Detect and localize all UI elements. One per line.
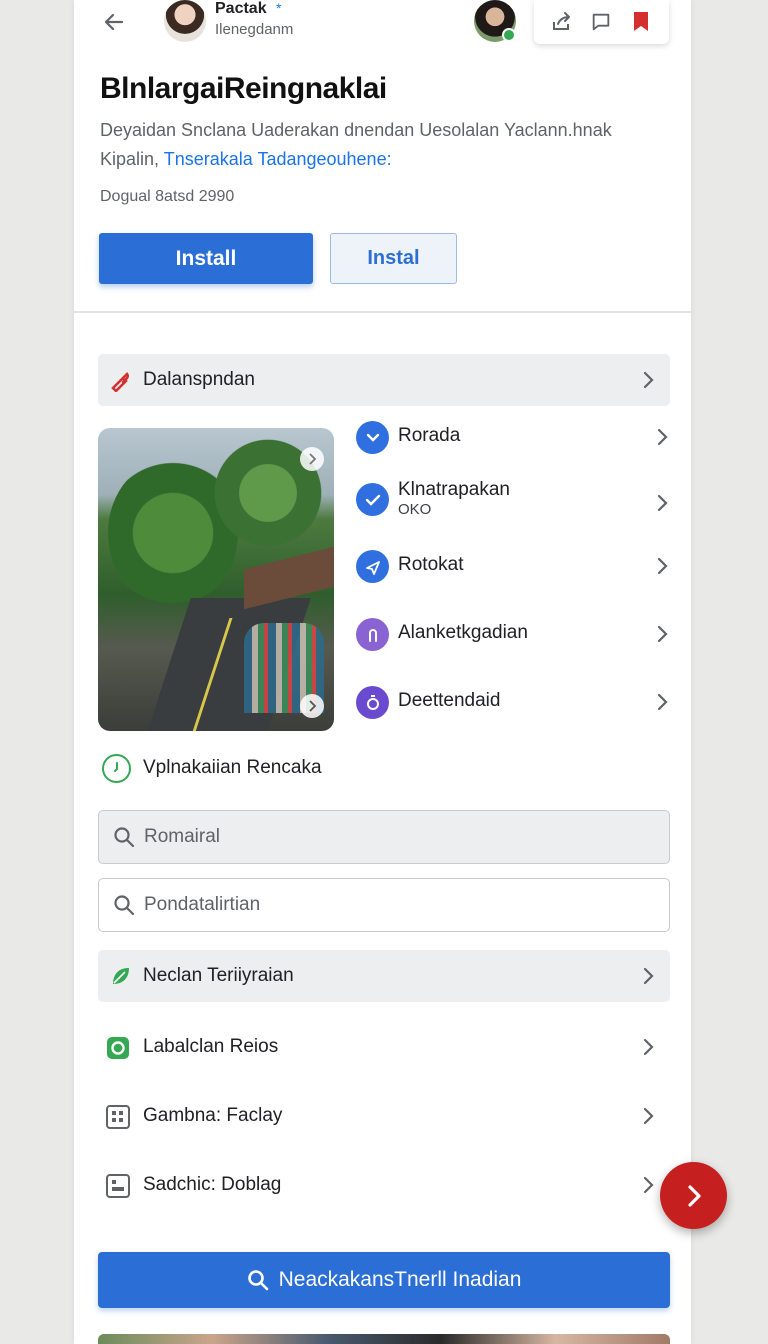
leaf-icon bbox=[108, 963, 134, 989]
tag-icon bbox=[108, 367, 134, 393]
top-bar: Pactak * Ilenegdanm bbox=[74, 0, 691, 48]
share-button[interactable] bbox=[548, 8, 576, 36]
village-photo[interactable] bbox=[98, 428, 334, 731]
chevron-right-icon bbox=[687, 1184, 701, 1207]
chat-icon bbox=[593, 13, 610, 31]
profile-name: Pactak bbox=[215, 0, 267, 17]
section-row-dalanspndan[interactable]: Dalanspndan bbox=[98, 354, 670, 406]
status-line: Vplnakaiian Rencaka bbox=[102, 753, 322, 783]
search-placeholder: Romairal bbox=[144, 826, 221, 847]
list-item-label: Alanketkgadian bbox=[398, 622, 528, 643]
list-item-alanketkgadian[interactable]: Alanketkgadian bbox=[356, 614, 670, 654]
install-secondary-button[interactable]: Instal bbox=[330, 233, 457, 284]
chevron-right-icon bbox=[640, 1175, 656, 1195]
chat-button[interactable] bbox=[587, 8, 615, 36]
check-badge-icon bbox=[356, 421, 389, 454]
next-fab-button[interactable] bbox=[660, 1162, 727, 1229]
share-icon bbox=[552, 12, 570, 30]
divider bbox=[74, 311, 691, 313]
photo-next-top-button[interactable] bbox=[300, 447, 324, 471]
search-icon bbox=[247, 1270, 268, 1291]
description-link[interactable]: Tnserakala Tadangeouhene: bbox=[164, 149, 392, 169]
chevron-right-icon bbox=[640, 1037, 656, 1057]
section-row-label: Neclan Teriiyraian bbox=[143, 965, 294, 986]
list-item-label: Deettendaid bbox=[398, 690, 501, 711]
status-label: Vplnakaiian Rencaka bbox=[143, 757, 322, 778]
row-label: Gambna: Faclay bbox=[143, 1105, 283, 1126]
row-label: Labalclan Reios bbox=[143, 1036, 279, 1057]
search-action-label: NeackakansTnerll Inadian bbox=[278, 1268, 522, 1291]
chevron-right-icon bbox=[654, 556, 670, 576]
search-icon bbox=[114, 827, 135, 848]
verified-star-icon: * bbox=[276, 0, 282, 16]
clock-icon bbox=[102, 753, 131, 783]
chevron-right-icon bbox=[640, 370, 656, 390]
arrow-left-icon bbox=[104, 13, 124, 31]
chevron-right-icon bbox=[309, 453, 317, 465]
chevron-right-icon bbox=[654, 493, 670, 513]
page-title: BlnlargaiReingnaklai bbox=[100, 72, 387, 105]
chevron-right-icon bbox=[654, 692, 670, 712]
hand-icon bbox=[356, 618, 389, 651]
grid-icon bbox=[104, 1103, 132, 1131]
list-item-label: Klnatrapakan bbox=[398, 479, 510, 500]
list-item-label: Rotokat bbox=[398, 554, 464, 575]
gear-icon bbox=[104, 1034, 132, 1062]
row-labalclan-reios[interactable]: Labalclan Reios bbox=[98, 1025, 670, 1069]
meta-info: Dogual 8atsd 2990 bbox=[100, 188, 235, 205]
page-description: Deyaidan Snclana Uaderakan dnendan Uesol… bbox=[100, 116, 660, 174]
bookmark-icon bbox=[634, 12, 649, 31]
online-status-icon bbox=[502, 28, 516, 42]
chevron-right-icon bbox=[640, 1106, 656, 1126]
check-icon bbox=[356, 483, 389, 516]
photo-next-bottom-button[interactable] bbox=[300, 694, 324, 718]
chevron-right-icon bbox=[640, 966, 656, 986]
chevron-right-icon bbox=[654, 624, 670, 644]
list-item-deettendaid[interactable]: Deettendaid bbox=[356, 682, 670, 722]
list-item-rorada[interactable]: Rorada bbox=[356, 417, 670, 457]
bookmark-button[interactable] bbox=[627, 8, 655, 36]
list-box-icon bbox=[104, 1172, 132, 1200]
section-row-neclan[interactable]: Neclan Teriiyraian bbox=[98, 950, 670, 1002]
chevron-right-icon bbox=[654, 427, 670, 447]
row-label: Sadchic: Doblag bbox=[143, 1174, 282, 1195]
list-item-klnatrapakan[interactable]: Klnatrapakan OKO bbox=[356, 479, 670, 527]
list-item-sublabel: OKO bbox=[398, 501, 432, 518]
install-button[interactable]: Install bbox=[99, 233, 313, 284]
thumbnail-strip[interactable] bbox=[98, 1334, 670, 1344]
list-item-rotokat[interactable]: Rotokat bbox=[356, 546, 670, 586]
row-gambna-faclay[interactable]: Gambna: Faclay bbox=[98, 1094, 670, 1138]
search-input-filled[interactable]: Romairal bbox=[98, 810, 670, 864]
profile-subtitle: Ilenegdanm bbox=[215, 21, 294, 38]
search-action-button[interactable]: NeackakansTnerll Inadian bbox=[98, 1252, 670, 1308]
timer-icon bbox=[356, 686, 389, 719]
search-input-outline[interactable]: Pondatalirtian bbox=[98, 878, 670, 932]
row-sadchic-doblag[interactable]: Sadchic: Doblag bbox=[98, 1163, 670, 1207]
app-panel: Pactak * Ilenegdanm BlnlargaiReingnaklai… bbox=[74, 0, 691, 1344]
profile-avatar[interactable] bbox=[164, 0, 206, 42]
list-item-label: Rorada bbox=[398, 425, 461, 446]
section-row-label: Dalanspndan bbox=[143, 369, 255, 390]
chevron-right-icon bbox=[309, 700, 317, 712]
back-button[interactable] bbox=[98, 6, 130, 38]
search-placeholder: Pondatalirtian bbox=[144, 894, 261, 915]
header-actions bbox=[534, 0, 669, 44]
send-icon bbox=[356, 550, 389, 583]
search-icon bbox=[114, 895, 135, 916]
